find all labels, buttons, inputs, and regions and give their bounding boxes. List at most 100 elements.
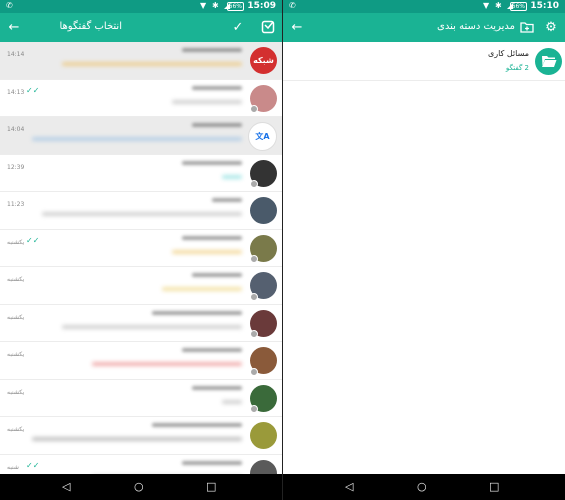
- status-bar: ✆ ▼ ✱ ◢ 66% 15:10: [283, 0, 565, 13]
- avatar: [250, 197, 277, 224]
- wifi-icon: ▼: [483, 1, 490, 10]
- chat-message-blurred: [162, 287, 242, 291]
- status-dot: [250, 405, 258, 413]
- chat-row[interactable]: 14:13 ✓✓: [0, 80, 282, 117]
- chat-row[interactable]: 14:14 شبکه: [0, 42, 282, 80]
- double-check-icon: ✓✓: [26, 235, 40, 245]
- chat-name-blurred: [192, 385, 242, 390]
- chat-name-blurred: [182, 235, 242, 240]
- chat-message-blurred: [172, 99, 242, 104]
- status-dot: [250, 330, 258, 338]
- chat-row[interactable]: یکشنبه: [0, 380, 282, 417]
- nav-bar: ◁ ○ □: [0, 474, 282, 500]
- chat-name-blurred: [192, 123, 242, 127]
- chat-message-blurred: [62, 62, 242, 66]
- status-dot: [250, 180, 258, 188]
- chat-name-blurred: [182, 160, 242, 165]
- chat-message-blurred: [32, 437, 242, 441]
- chat-row[interactable]: شنبه ✓✓: [0, 455, 282, 474]
- chat-message-blurred: [222, 399, 242, 404]
- folder-count: 2 گفتگو: [505, 64, 529, 72]
- select-all-button[interactable]: [258, 17, 278, 37]
- nav-home-icon[interactable]: ○: [417, 480, 427, 493]
- nav-back-icon[interactable]: ◁: [345, 480, 353, 493]
- gear-icon: ⚙: [545, 19, 557, 35]
- avatar: شبکه: [250, 47, 277, 74]
- folder-add-icon: [520, 22, 534, 33]
- chat-name-blurred: [182, 460, 242, 465]
- chat-time: 11:23: [7, 201, 25, 208]
- chat-time: 12:39: [7, 163, 25, 171]
- chat-time: یکشنبه: [7, 238, 25, 246]
- arrow-left-icon: ←: [8, 19, 20, 35]
- chat-name-blurred: [152, 423, 242, 427]
- nav-back-icon[interactable]: ◁: [62, 480, 70, 493]
- folder-list-item[interactable]: مسائل کاری 2 گفتگو: [283, 42, 565, 81]
- chat-time: 14:04: [7, 126, 25, 133]
- chat-message-blurred: [32, 137, 242, 141]
- status-bar: ✆ ▼ ✱ ◢ 66% 15:09: [0, 0, 282, 13]
- avatar: [250, 422, 277, 449]
- status-dot: [250, 292, 258, 301]
- app-bar: ✓ انتخاب گفتگوها ←: [0, 13, 282, 42]
- status-dot: [250, 105, 258, 113]
- chat-row[interactable]: 11:23: [0, 192, 282, 230]
- page-title: مدیریت دسته بندی: [437, 21, 515, 32]
- chat-time: شنبه: [7, 463, 19, 471]
- chat-time: یکشنبه: [7, 388, 25, 396]
- chat-row[interactable]: یکشنبه: [0, 342, 282, 380]
- chat-name-blurred: [152, 310, 242, 315]
- chat-time: یکشنبه: [7, 426, 25, 433]
- chat-message-blurred: [172, 249, 242, 254]
- status-dot: [250, 255, 258, 263]
- folder-name: مسائل کاری: [487, 49, 529, 58]
- app-bar: ⚙ مدیریت دسته بندی ←: [283, 13, 565, 42]
- confirm-button[interactable]: ✓: [228, 17, 248, 37]
- nav-recents-icon[interactable]: □: [489, 480, 499, 493]
- select-all-icon: [261, 20, 275, 34]
- chat-name-blurred: [182, 48, 242, 52]
- back-button[interactable]: ←: [287, 17, 307, 37]
- chat-row[interactable]: یکشنبه ✓✓: [0, 230, 282, 267]
- double-check-icon: ✓✓: [26, 85, 40, 95]
- whatsapp-notification-icon: ✆: [289, 1, 296, 10]
- bluetooth-icon: ✱: [212, 1, 219, 10]
- chat-message-blurred: [62, 324, 242, 329]
- check-icon: ✓: [232, 19, 244, 35]
- whatsapp-notification-icon: ✆: [6, 1, 13, 10]
- nav-bar: ◁ ○ □: [283, 474, 565, 500]
- chat-row[interactable]: یکشنبه: [0, 417, 282, 455]
- chat-time: 14:13: [7, 88, 25, 96]
- chat-row[interactable]: یکشنبه: [0, 267, 282, 305]
- chat-name-blurred: [212, 198, 242, 202]
- chat-message-blurred: [92, 362, 242, 366]
- add-folder-button[interactable]: [517, 17, 537, 37]
- chat-row[interactable]: یکشنبه: [0, 305, 282, 342]
- chat-time: یکشنبه: [7, 351, 25, 358]
- right-screen: ✆ ▼ ✱ ◢ 66% 15:10 ⚙ مدیریت دسته بندی ← م…: [283, 0, 565, 500]
- chat-message-blurred: [222, 174, 242, 179]
- chat-name-blurred: [182, 348, 242, 352]
- battery-indicator: 66%: [509, 2, 527, 11]
- chat-list: 14:14 شبکه 14:13 ✓✓ 14:04 文A 12:39 11:23 یکشنبه ✓…: [0, 42, 282, 474]
- nav-home-icon[interactable]: ○: [134, 480, 144, 493]
- settings-button[interactable]: ⚙: [541, 17, 561, 37]
- battery-indicator: 66%: [226, 2, 244, 11]
- nav-recents-icon[interactable]: □: [206, 480, 216, 493]
- status-time: 15:09: [247, 1, 276, 11]
- avatar: [250, 459, 277, 474]
- status-dot: [250, 367, 258, 376]
- arrow-left-icon: ←: [291, 19, 303, 35]
- double-check-icon: ✓✓: [26, 460, 40, 470]
- chat-name-blurred: [192, 85, 242, 90]
- back-button[interactable]: ←: [4, 17, 24, 37]
- left-screen: ✆ ▼ ✱ ◢ 66% 15:09 ✓ انتخاب گفتگوها ← 14:…: [0, 0, 282, 500]
- page-title: انتخاب گفتگوها: [59, 21, 122, 32]
- folder-open-icon: [541, 56, 556, 67]
- wifi-icon: ▼: [200, 1, 207, 10]
- status-time: 15:10: [530, 1, 559, 11]
- chat-row[interactable]: 12:39: [0, 155, 282, 192]
- folder-avatar: [535, 48, 562, 75]
- chat-row[interactable]: 14:04 文A: [0, 117, 282, 155]
- chat-time: یکشنبه: [7, 313, 25, 321]
